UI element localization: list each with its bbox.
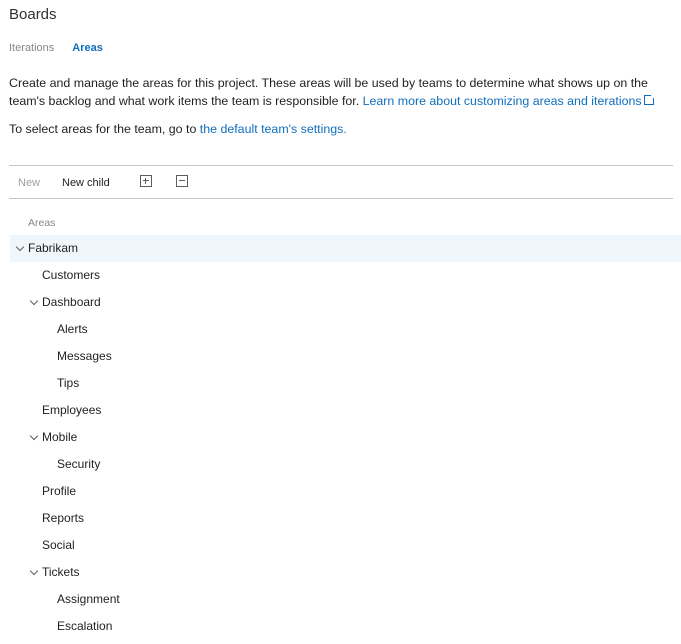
tree-node-label: Reports [42, 511, 85, 525]
tree-row-dashboard[interactable]: Dashboard [10, 289, 681, 316]
tree-row-reports[interactable]: Reports [10, 505, 681, 532]
tree-row-tickets[interactable]: Tickets [10, 559, 681, 586]
tree-node-label: Dashboard [42, 295, 101, 309]
tree-row-profile[interactable]: Profile [10, 478, 681, 505]
tree-node-label: Messages [57, 349, 112, 363]
tree-node-label: Social [42, 538, 75, 552]
tree-node-label: Alerts [57, 322, 88, 336]
external-link-icon [643, 94, 655, 105]
tree-row-tips[interactable]: Tips [10, 370, 681, 397]
tree-node-label: Fabrikam [28, 241, 79, 255]
new-child-button[interactable]: New child [62, 177, 110, 189]
tree-row-social[interactable]: Social [10, 532, 681, 559]
tree-row-employees[interactable]: Employees [10, 397, 681, 424]
page-description: Create and manage the areas for this pro… [9, 74, 674, 110]
tree-node-label: Customers [42, 268, 101, 282]
collapse-all-icon[interactable] [176, 175, 188, 187]
chevron-down-icon[interactable] [29, 296, 39, 306]
tree-node-label: Assignment [57, 592, 120, 606]
tree-row-assignment[interactable]: Assignment [10, 586, 681, 613]
expand-all-icon[interactable] [140, 175, 152, 187]
chevron-down-icon[interactable] [29, 431, 39, 441]
tree-row-fabrikam[interactable]: Fabrikam [10, 235, 681, 262]
chevron-down-icon[interactable] [15, 242, 25, 252]
tree-node-label: Mobile [42, 430, 78, 444]
tree-node-label: Profile [42, 484, 77, 498]
tree-row-mobile[interactable]: Mobile [10, 424, 681, 451]
tree-row-escalation[interactable]: Escalation [10, 613, 681, 640]
new-button[interactable]: New [18, 177, 40, 189]
tab-iterations[interactable]: Iterations [9, 42, 54, 54]
tree-node-label: Escalation [57, 619, 113, 633]
learn-more-link[interactable]: Learn more about customizing areas and i… [363, 94, 642, 108]
team-settings-text: To select areas for the team, go to [9, 122, 200, 136]
team-settings-note: To select areas for the team, go to the … [9, 122, 347, 136]
tree-node-label: Tips [57, 376, 80, 390]
tree-column-header: Areas [28, 217, 56, 229]
tree-row-customers[interactable]: Customers [10, 262, 681, 289]
tab-bar: Iterations Areas [9, 42, 103, 54]
page-title: Boards [9, 6, 57, 23]
tab-areas[interactable]: Areas [72, 42, 103, 54]
tree-row-security[interactable]: Security [10, 451, 681, 478]
tree-node-label: Employees [42, 403, 102, 417]
tree-row-messages[interactable]: Messages [10, 343, 681, 370]
toolbar: New New child [9, 165, 673, 199]
tree-row-alerts[interactable]: Alerts [10, 316, 681, 343]
chevron-down-icon[interactable] [29, 566, 39, 576]
tree-node-label: Security [57, 457, 101, 471]
tree-node-label: Tickets [42, 565, 80, 579]
team-settings-link[interactable]: the default team's settings. [200, 122, 347, 136]
